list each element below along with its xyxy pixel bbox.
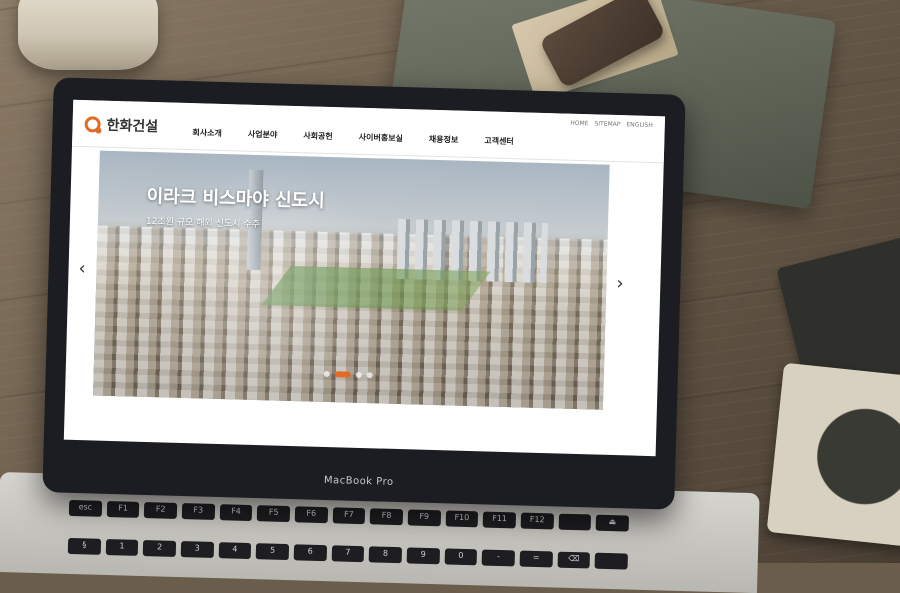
keyboard-key: ⏏: [595, 514, 630, 532]
nav-item-company[interactable]: 회사소개: [192, 127, 222, 139]
laptop-brand-label: MacBook Pro: [323, 474, 394, 488]
laptop-screen: 한화건설 HOME SITEMAP ENGLISH 회사소개 사업분야 사회공헌…: [63, 99, 666, 457]
keyboard-key: F6: [294, 506, 328, 524]
keyboard-key: F4: [219, 504, 253, 522]
keyboard-key: [594, 552, 628, 570]
util-link-sitemap[interactable]: SITEMAP: [594, 120, 620, 128]
keyboard-keys: esc F1 F2 F3 F4 F5 F6 F7 F8 F9 F10 F11 F12 ⏏ § 1 2 3 4 5 6 7 8…: [67, 499, 630, 586]
keyboard-key: F2: [144, 502, 178, 519]
keyboard-key: F11: [482, 511, 517, 529]
nav-item-social[interactable]: 사회공헌: [303, 130, 333, 142]
keyboard-key: 7: [331, 544, 365, 562]
slider-dot[interactable]: [355, 371, 362, 378]
main-nav: 회사소개 사업분야 사회공헌 사이버홍보실 채용정보 고객센터: [192, 127, 514, 147]
slider-dot[interactable]: [334, 371, 351, 378]
slider-dot[interactable]: [366, 372, 373, 379]
nav-item-pr[interactable]: 사이버홍보실: [359, 132, 403, 144]
keyboard-key: 6: [293, 543, 327, 561]
keyboard-key: 0: [444, 547, 478, 565]
keyboard-key: [558, 513, 592, 531]
keyboard-key: §: [67, 537, 101, 555]
keyboard-key: 5: [256, 542, 290, 560]
nav-item-support[interactable]: 고객센터: [484, 135, 514, 147]
keyboard-key: F12: [520, 512, 554, 530]
util-link-english[interactable]: ENGLISH: [626, 121, 653, 129]
coaster-light: [766, 362, 900, 548]
hero-slider: 이라크 비스마야 신도시 12조원 규모 해외 신도시 수주: [93, 150, 610, 410]
chevron-left-icon[interactable]: ‹: [78, 258, 86, 279]
util-link-home[interactable]: HOME: [570, 120, 588, 128]
keyboard-key: 1: [105, 538, 139, 556]
keyboard-key: F3: [181, 503, 215, 521]
utility-links: HOME SITEMAP ENGLISH: [570, 120, 653, 129]
slider-dot[interactable]: [323, 370, 330, 378]
keyboard-key: 3: [180, 540, 214, 558]
keyboard-key: F1: [106, 500, 140, 518]
keyboard-key: esc: [68, 499, 102, 517]
keyboard-key: F10: [445, 510, 479, 528]
site-logo[interactable]: 한화건설: [84, 114, 158, 136]
nav-item-careers[interactable]: 채용정보: [429, 134, 459, 146]
jar-lid: [18, 0, 158, 70]
keyboard-key: F5: [257, 505, 291, 523]
keyboard-key: F8: [370, 508, 404, 526]
hanwha-logo-icon: [84, 116, 101, 133]
chevron-right-icon[interactable]: ›: [616, 273, 624, 294]
keyboard-key: 2: [143, 539, 177, 557]
keyboard-key: F7: [332, 507, 366, 525]
keyboard-key: F9: [407, 509, 441, 527]
laptop-lid: 한화건설 HOME SITEMAP ENGLISH 회사소개 사업분야 사회공헌…: [42, 77, 686, 510]
keyboard-key: -: [481, 548, 516, 566]
slide-title: 이라크 비스마야 신도시: [146, 185, 325, 212]
keyboard-key: 9: [406, 546, 440, 564]
keyboard-key: =: [519, 550, 553, 567]
keyboard-key: 8: [368, 545, 403, 563]
logo-text: 한화건설: [106, 117, 159, 136]
nav-item-business[interactable]: 사업분야: [248, 129, 278, 141]
keyboard-key: ⌫: [557, 551, 591, 569]
keyboard-key: 4: [218, 541, 252, 559]
